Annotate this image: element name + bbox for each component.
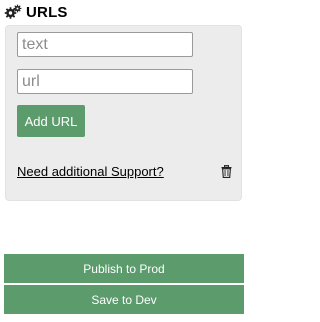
save-to-dev-button[interactable]: Save to Dev [4, 285, 244, 314]
publish-to-prod-button[interactable]: Publish to Prod [4, 254, 244, 283]
url-form-panel: Add URL Need additional Support? [5, 25, 242, 201]
gears-icon [4, 4, 22, 19]
add-url-button[interactable]: Add URL [17, 105, 85, 137]
url-input[interactable] [17, 69, 193, 94]
trash-icon[interactable] [221, 165, 232, 178]
text-input[interactable] [17, 32, 193, 57]
support-link[interactable]: Need additional Support? [17, 164, 164, 179]
section-title: URLS [26, 3, 68, 21]
urls-header: URLS [4, 2, 68, 22]
